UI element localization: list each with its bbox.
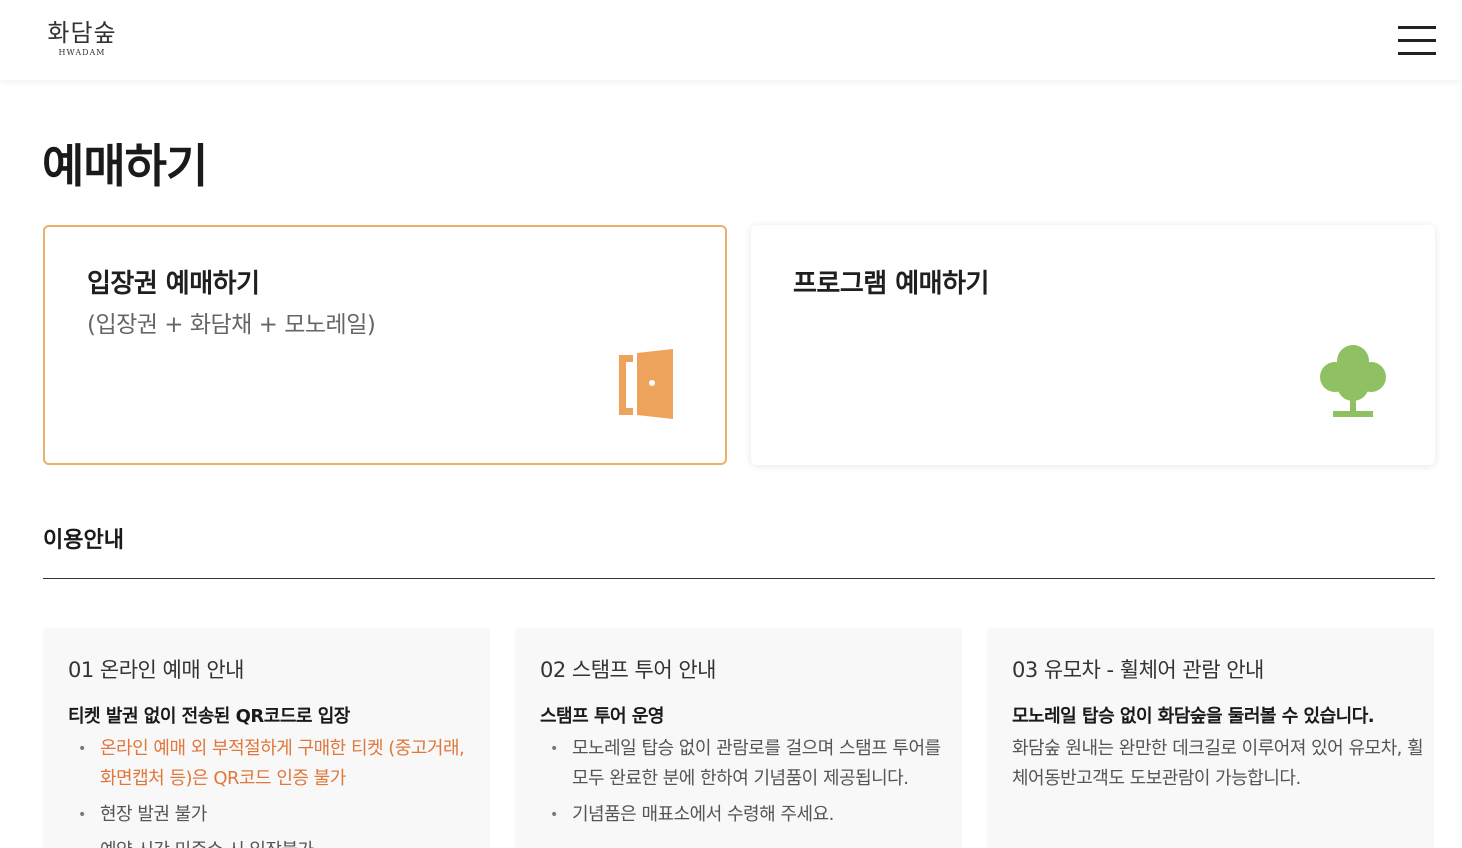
info-box-online-booking: 01 온라인 예매 안내 티켓 발권 없이 전송된 QR코드로 입장 온라인 예… bbox=[43, 628, 490, 848]
ticket-booking-card[interactable]: 입장권 예매하기 (입장권 + 화담채 + 모노레일) bbox=[43, 225, 727, 465]
info-box-lead: 스탬프 투어 운영 bbox=[540, 706, 664, 727]
site-header: 화담숲 HWADAM bbox=[0, 0, 1462, 80]
info-box-heading: 02 스탬프 투어 안내 bbox=[540, 658, 717, 682]
list-item: 모노레일 탑승 없이 관람로를 걸으며 스탬프 투어를 모두 완료한 분에 한하… bbox=[540, 734, 950, 794]
list-item: 기념품은 매표소에서 수령해 주세요. bbox=[540, 800, 950, 830]
tree-icon bbox=[1320, 345, 1386, 417]
info-box-heading: 01 온라인 예매 안내 bbox=[68, 658, 245, 682]
logo-english: HWADAM bbox=[58, 48, 106, 57]
section-divider bbox=[43, 578, 1435, 579]
door-icon bbox=[619, 349, 673, 419]
info-box-text: 화담숲 원내는 완만한 데크길로 이루어져 있어 유모차, 휠체어동반고객도 도… bbox=[1012, 738, 1424, 789]
ticket-card-subtitle: (입장권 + 화담채 + 모노레일) bbox=[87, 312, 376, 338]
list-item: 예약 시간 미준수 시 입장불가 bbox=[68, 836, 478, 848]
info-box-list: 온라인 예매 외 부적절하게 구매한 티켓 (중고거래, 화면캡처 등)은 QR… bbox=[68, 734, 478, 848]
info-section-title: 이용안내 bbox=[43, 528, 124, 553]
info-box-lead: 티켓 발권 없이 전송된 QR코드로 입장 bbox=[68, 706, 350, 727]
info-box-heading: 03 유모차 - 휠체어 관람 안내 bbox=[1012, 658, 1264, 682]
info-box-list: 모노레일 탑승 없이 관람로를 걸으며 스탬프 투어를 모두 완료한 분에 한하… bbox=[540, 734, 950, 836]
logo-korean: 화담숲 bbox=[47, 19, 117, 47]
program-booking-card[interactable]: 프로그램 예매하기 bbox=[751, 225, 1435, 465]
program-card-title: 프로그램 예매하기 bbox=[793, 269, 989, 299]
info-box-lead: 모노레일 탑승 없이 화담숲을 둘러볼 수 있습니다. bbox=[1012, 706, 1375, 727]
ticket-card-title: 입장권 예매하기 bbox=[87, 269, 260, 299]
page-title: 예매하기 bbox=[42, 139, 208, 193]
list-item: 현장 발권 불가 bbox=[68, 800, 478, 830]
hamburger-menu-icon[interactable] bbox=[1398, 24, 1436, 56]
info-box-stamp-tour: 02 스탬프 투어 안내 스탬프 투어 운영 모노레일 탑승 없이 관람로를 걸… bbox=[515, 628, 962, 848]
list-item: 온라인 예매 외 부적절하게 구매한 티켓 (중고거래, 화면캡처 등)은 QR… bbox=[68, 734, 478, 794]
info-box-stroller-wheelchair: 03 유모차 - 휠체어 관람 안내 모노레일 탑승 없이 화담숲을 둘러볼 수… bbox=[987, 628, 1434, 848]
site-logo[interactable]: 화담숲 HWADAM bbox=[42, 18, 122, 64]
